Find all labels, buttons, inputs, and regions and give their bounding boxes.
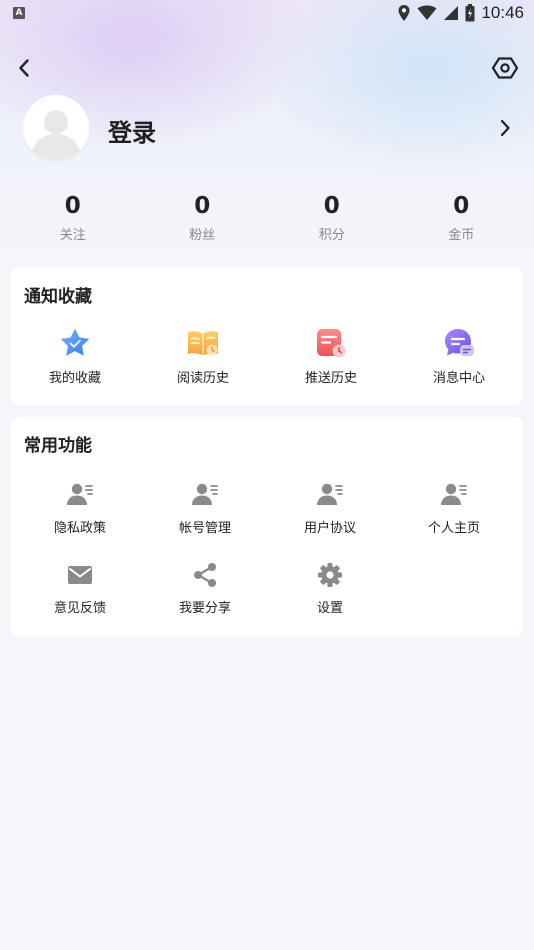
stat-value: 0	[323, 193, 340, 219]
battery-icon	[465, 4, 475, 22]
my-favorites-item[interactable]: 我的收藏	[11, 325, 139, 386]
user-card-icon	[192, 483, 218, 505]
item-label: 推送历史	[304, 371, 357, 386]
stat-points[interactable]: 0 积分	[267, 192, 397, 248]
stat-value: 0	[194, 193, 211, 219]
notify-favorites-card: 通知收藏 我的收藏 阅读历史 推送历史 消息中心	[11, 268, 523, 405]
personal-homepage-item[interactable]: 个人主页	[390, 479, 518, 536]
settings-item[interactable]: 设置	[266, 559, 394, 616]
item-label: 意见反馈	[53, 601, 106, 616]
share-item[interactable]: 我要分享	[141, 559, 269, 616]
stat-label: 粉丝	[189, 228, 216, 243]
cellular-signal-icon	[444, 6, 459, 20]
settings-button[interactable]	[490, 53, 520, 83]
login-label[interactable]: 登录	[108, 113, 156, 148]
hexagon-settings-icon	[492, 57, 518, 79]
message-center-item[interactable]: 消息中心	[395, 325, 523, 386]
clock-time: 10:46	[481, 3, 524, 22]
common-functions-card: 常用功能 隐私政策 帐号管理 用户协议 个人主页 意见反馈 我要分享 设置	[11, 417, 523, 636]
stat-fans[interactable]: 0 粉丝	[138, 192, 268, 248]
item-label: 个人主页	[427, 521, 480, 536]
item-label: 帐号管理	[178, 521, 231, 536]
push-history-icon	[317, 329, 346, 358]
share-icon	[194, 563, 216, 587]
item-label: 设置	[316, 601, 343, 616]
feedback-item[interactable]: 意见反馈	[16, 559, 144, 616]
section-title: 常用功能	[24, 436, 92, 456]
top-bar	[0, 50, 534, 86]
item-label: 消息中心	[432, 371, 485, 386]
stat-label: 积分	[318, 228, 345, 243]
back-button[interactable]	[10, 54, 38, 82]
stats-row: 0 关注 0 粉丝 0 积分 0 金币	[8, 192, 526, 248]
star-icon	[60, 328, 90, 356]
stat-label: 关注	[59, 228, 86, 243]
item-label: 用户协议	[303, 521, 356, 536]
chevron-right-icon	[500, 119, 510, 137]
stat-following[interactable]: 0 关注	[8, 192, 138, 248]
default-avatar-icon	[23, 95, 89, 161]
push-history-item[interactable]: 推送历史	[267, 325, 395, 386]
user-card-icon	[67, 483, 93, 505]
reading-history-item[interactable]: 阅读历史	[139, 325, 267, 386]
item-label: 我要分享	[178, 601, 231, 616]
account-management-item[interactable]: 帐号管理	[141, 479, 269, 536]
item-label: 隐私政策	[53, 521, 106, 536]
book-icon	[188, 331, 218, 356]
chevron-left-icon	[19, 59, 29, 77]
notification-app-icon: A	[13, 7, 25, 19]
mail-icon	[68, 566, 92, 584]
user-agreement-item[interactable]: 用户协议	[266, 479, 394, 536]
status-bar: A 10:46	[0, 0, 534, 28]
profile-arrow-button[interactable]	[493, 115, 517, 141]
avatar[interactable]	[23, 95, 89, 161]
location-icon	[398, 5, 410, 21]
section-title: 通知收藏	[24, 287, 92, 307]
stat-value: 0	[453, 193, 470, 219]
profile-login-row[interactable]: 登录	[23, 95, 523, 161]
wifi-icon	[417, 5, 437, 20]
item-label: 我的收藏	[48, 371, 101, 386]
user-card-icon	[317, 483, 343, 505]
stat-value: 0	[64, 193, 81, 219]
stat-coins[interactable]: 0 金币	[397, 192, 527, 248]
stat-label: 金币	[448, 228, 475, 243]
privacy-policy-item[interactable]: 隐私政策	[16, 479, 144, 536]
message-icon	[445, 329, 474, 356]
item-label: 阅读历史	[176, 371, 229, 386]
gear-icon	[318, 563, 342, 587]
user-card-icon	[441, 483, 467, 505]
